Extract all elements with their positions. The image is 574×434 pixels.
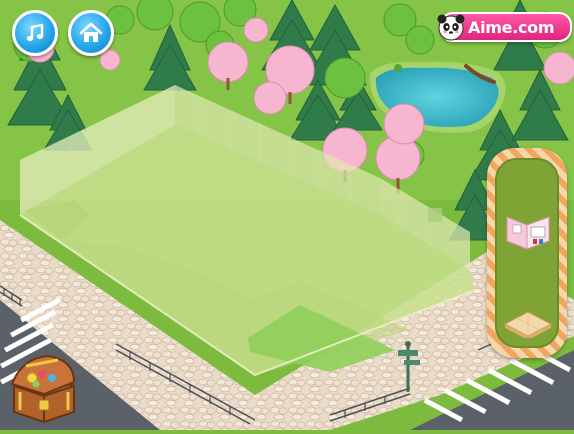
floor-tile-item[interactable] — [503, 308, 553, 342]
home-icon — [79, 22, 103, 44]
game-scene: Aime.com — [0, 0, 574, 430]
treasure-chest-icon — [8, 354, 78, 428]
floor-tile-icon — [503, 311, 553, 342]
aime-logo[interactable]: Aime.com — [437, 12, 572, 42]
logo-text: Aime.com — [468, 17, 555, 37]
music-toggle-button[interactable] — [12, 10, 58, 56]
music-note-icon — [24, 22, 46, 44]
item-panel-inner — [495, 158, 559, 348]
home-button[interactable] — [68, 10, 114, 56]
panda-icon — [436, 12, 466, 42]
wall-furniture-icon — [505, 216, 551, 257]
wall-furniture-item[interactable] — [505, 213, 551, 257]
treasure-chest-button[interactable] — [8, 352, 78, 424]
item-side-panel — [487, 148, 567, 358]
